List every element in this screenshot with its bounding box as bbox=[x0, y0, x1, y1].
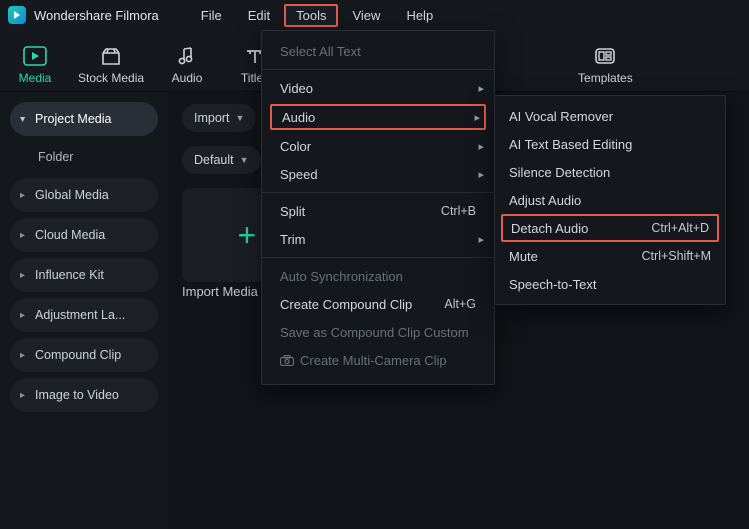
chevron-down-icon: ▼ bbox=[240, 155, 249, 165]
menu-separator bbox=[262, 69, 494, 70]
chevron-down-icon: ▸ bbox=[17, 116, 28, 121]
chevron-right-icon: ▸ bbox=[20, 390, 25, 401]
sidebar-item-project-media[interactable]: ▸ Project Media bbox=[10, 102, 158, 136]
sidebar-item-folder[interactable]: Folder bbox=[10, 142, 158, 172]
chevron-down-icon: ▼ bbox=[235, 113, 244, 123]
menu-file[interactable]: File bbox=[189, 4, 234, 27]
sidebar-item-label: Cloud Media bbox=[35, 228, 105, 242]
import-label: Import bbox=[194, 111, 229, 125]
menu-item-select-all-text: Select All Text bbox=[262, 37, 494, 65]
menu-separator bbox=[262, 192, 494, 193]
sidebar-item-cloud-media[interactable]: ▸ Cloud Media bbox=[10, 218, 158, 252]
sidebar-item-adjustment-layer[interactable]: ▸ Adjustment La... bbox=[10, 298, 158, 332]
default-label: Default bbox=[194, 153, 234, 167]
chevron-right-icon: ▸ bbox=[20, 230, 25, 241]
submenu-item-vocal-remover[interactable]: AI Vocal Remover bbox=[495, 102, 725, 130]
submenu-item-detach-audio[interactable]: Detach AudioCtrl+Alt+D bbox=[501, 214, 719, 242]
tools-dropdown: Select All Text Video Audio Color Speed … bbox=[261, 30, 495, 385]
menu-item-save-compound: Save as Compound Clip Custom bbox=[262, 318, 494, 346]
sidebar-item-influence-kit[interactable]: ▸ Influence Kit bbox=[10, 258, 158, 292]
audio-icon bbox=[175, 45, 199, 67]
sidebar-item-label: Folder bbox=[38, 150, 73, 164]
shortcut-label: Ctrl+Shift+M bbox=[642, 249, 711, 263]
menu-help[interactable]: Help bbox=[394, 4, 445, 27]
shortcut-label: Alt+G bbox=[444, 297, 476, 311]
sidebar-item-label: Adjustment La... bbox=[35, 308, 125, 322]
default-dropdown[interactable]: Default ▼ bbox=[182, 146, 261, 174]
chevron-right-icon: ▸ bbox=[20, 190, 25, 201]
sidebar-item-label: Compound Clip bbox=[35, 348, 121, 362]
titlebar: Wondershare Filmora File Edit Tools View… bbox=[0, 0, 749, 30]
submenu-item-silence-detection[interactable]: Silence Detection bbox=[495, 158, 725, 186]
chevron-right-icon: ▸ bbox=[20, 310, 25, 321]
menu-tools[interactable]: Tools bbox=[284, 4, 338, 27]
app-title: Wondershare Filmora bbox=[34, 8, 159, 23]
menu-view[interactable]: View bbox=[340, 4, 392, 27]
submenu-item-mute[interactable]: MuteCtrl+Shift+M bbox=[495, 242, 725, 270]
sidebar-item-global-media[interactable]: ▸ Global Media bbox=[10, 178, 158, 212]
shortcut-label: Ctrl+B bbox=[441, 204, 476, 218]
app-logo-icon bbox=[8, 6, 26, 24]
camera-icon bbox=[280, 354, 294, 366]
menu-item-multi-camera: Create Multi-Camera Clip bbox=[262, 346, 494, 374]
sidebar-item-image-to-video[interactable]: ▸ Image to Video bbox=[10, 378, 158, 412]
menu-item-audio[interactable]: Audio bbox=[270, 104, 486, 130]
submenu-item-speech-to-text[interactable]: Speech-to-Text bbox=[495, 270, 725, 298]
sidebar-item-label: Project Media bbox=[35, 112, 111, 126]
menu-item-auto-sync: Auto Synchronization bbox=[262, 262, 494, 290]
menu-item-trim[interactable]: Trim bbox=[262, 225, 494, 253]
sidebar-item-compound-clip[interactable]: ▸ Compound Clip bbox=[10, 338, 158, 372]
ribbon-templates[interactable]: Templates bbox=[578, 45, 633, 85]
menubar: File Edit Tools View Help bbox=[189, 4, 445, 27]
plus-icon: + bbox=[238, 217, 257, 254]
import-dropdown[interactable]: Import ▼ bbox=[182, 104, 256, 132]
menu-item-video[interactable]: Video bbox=[262, 74, 494, 102]
menu-item-color[interactable]: Color bbox=[262, 132, 494, 160]
chevron-right-icon: ▸ bbox=[20, 270, 25, 281]
sidebar: ▸ Project Media Folder ▸ Global Media ▸ Clo… bbox=[0, 92, 168, 529]
menu-separator bbox=[262, 257, 494, 258]
ribbon-audio[interactable]: Audio bbox=[162, 45, 212, 85]
media-icon bbox=[23, 45, 47, 67]
menu-edit[interactable]: Edit bbox=[236, 4, 282, 27]
submenu-item-adjust-audio[interactable]: Adjust Audio bbox=[495, 186, 725, 214]
menu-item-speed[interactable]: Speed bbox=[262, 160, 494, 188]
submenu-item-text-editing[interactable]: AI Text Based Editing bbox=[495, 130, 725, 158]
ribbon-media[interactable]: Media bbox=[10, 45, 60, 85]
sidebar-item-label: Image to Video bbox=[35, 388, 119, 402]
menu-item-split[interactable]: SplitCtrl+B bbox=[262, 197, 494, 225]
sidebar-item-label: Global Media bbox=[35, 188, 109, 202]
audio-submenu: AI Vocal Remover AI Text Based Editing S… bbox=[494, 95, 726, 305]
chevron-right-icon: ▸ bbox=[20, 350, 25, 361]
stock-icon bbox=[99, 45, 123, 67]
menu-item-create-compound[interactable]: Create Compound ClipAlt+G bbox=[262, 290, 494, 318]
shortcut-label: Ctrl+Alt+D bbox=[651, 221, 709, 235]
ribbon-stock-media[interactable]: Stock Media bbox=[78, 45, 144, 85]
templates-icon bbox=[593, 45, 617, 67]
sidebar-item-label: Influence Kit bbox=[35, 268, 104, 282]
